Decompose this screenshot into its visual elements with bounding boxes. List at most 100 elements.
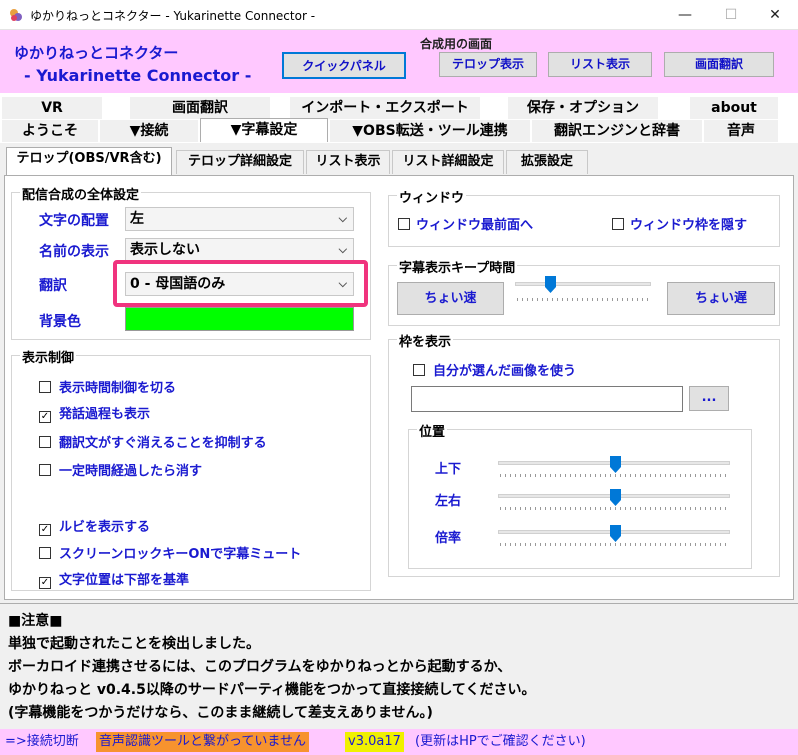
- overall-settings-legend: 配信合成の全体設定: [20, 184, 142, 203]
- scale-slider-ticks: [500, 543, 730, 546]
- subtab-list-view[interactable]: リスト表示: [306, 150, 390, 174]
- keep-time-slider-ticks: [517, 298, 651, 301]
- checkbox-show-ruby[interactable]: ✓ ルビを表示する: [39, 516, 150, 536]
- checkmark-icon: ✓: [39, 411, 51, 423]
- checkbox-suppress-translation-vanish[interactable]: 翻訳文がすぐ消えることを抑制する: [39, 432, 267, 451]
- slower-button[interactable]: ちょい遅: [667, 282, 775, 315]
- bg-color-swatch[interactable]: [125, 307, 354, 331]
- horizontal-slider-ticks: [500, 507, 730, 510]
- checkbox-label: 発話過程も表示: [59, 407, 151, 422]
- tab-about[interactable]: about: [690, 97, 778, 119]
- display-control-legend: 表示制御: [20, 347, 77, 366]
- checkbox-box: [39, 464, 51, 476]
- close-button[interactable]: ✕: [752, 0, 798, 30]
- checkbox-use-own-image[interactable]: 自分が選んだ画像を使う: [413, 360, 576, 379]
- app-name-en: - Yukarinette Connector -: [24, 66, 252, 85]
- checkbox-bottom-baseline[interactable]: ✓ 文字位置は下部を基準: [39, 569, 189, 589]
- status-bar: =>接続切断 音声認識ツールと繋がっていません v3.0a17 (更新はHPでご…: [0, 729, 798, 755]
- checkbox-disable-time-control[interactable]: 表示時間制御を切る: [39, 377, 176, 396]
- tab-connect[interactable]: ▼接続: [100, 120, 198, 142]
- vertical-slider-ticks: [500, 474, 730, 477]
- translate-value: 0 - 母国語のみ: [130, 276, 226, 292]
- bg-color-label: 背景色: [39, 314, 81, 330]
- tab-vr[interactable]: VR: [2, 97, 102, 119]
- checkbox-label: 自分が選んだ画像を使う: [433, 364, 577, 379]
- voice-tool-status: 音声認識ツールと繋がっていません: [96, 732, 309, 752]
- checkbox-label: 翻訳文がすぐ消えることを抑制する: [59, 436, 267, 451]
- translate-label: 翻訳: [39, 278, 67, 294]
- horizontal-label: 左右: [435, 494, 462, 509]
- tab-screen-translate[interactable]: 画面翻訳: [130, 97, 270, 119]
- disconnect-link[interactable]: =>接続切断: [2, 732, 82, 752]
- browse-button[interactable]: ...: [689, 386, 729, 411]
- keep-time-slider-track[interactable]: [515, 282, 651, 286]
- checkbox-box: [39, 381, 51, 393]
- tab-subtitle-settings[interactable]: ▼字幕設定: [200, 118, 328, 142]
- text-align-select[interactable]: 左 ⌵: [125, 207, 354, 231]
- text-align-value: 左: [130, 211, 144, 227]
- checkmark-icon: ✓: [39, 577, 51, 589]
- maximize-button[interactable]: ☐: [708, 0, 754, 30]
- notice-line: (字幕機能をつかうだけなら、このまま継続して差支えありません。): [8, 705, 433, 721]
- composite-screen-label: 合成用の画面: [420, 37, 493, 51]
- notice-area: ■注意■ 単独で起動されたことを検出しました。 ボーカロイド連携させるには、この…: [0, 603, 798, 729]
- quick-panel-button[interactable]: クイックパネル: [282, 52, 406, 79]
- checkmark-icon: ✓: [39, 524, 51, 536]
- image-path-input[interactable]: [411, 386, 683, 412]
- checkbox-box: [398, 218, 410, 230]
- checkbox-hide-frame[interactable]: ウィンドウ枠を隠す: [612, 214, 747, 233]
- tab-save-options[interactable]: 保存・オプション: [508, 97, 658, 119]
- notice-line: ゆかりねっと v0.4.5以降のサードパーティ機能をつかって直接接続してください…: [8, 682, 536, 698]
- tab-voice[interactable]: 音声: [704, 120, 778, 142]
- update-hint[interactable]: (更新はHPでご確認ください): [412, 732, 589, 752]
- checkbox-box: [612, 218, 624, 230]
- subtab-telop[interactable]: テロップ(OBS/VR含む): [6, 147, 172, 175]
- notice-heading: ■注意■: [8, 613, 63, 629]
- subtab-extended[interactable]: 拡張設定: [506, 150, 588, 174]
- checkbox-box: [413, 364, 425, 376]
- translate-select[interactable]: 0 - 母国語のみ ⌵: [125, 272, 354, 296]
- app-name-jp: ゆかりねっとコネクター: [14, 44, 179, 62]
- faster-button[interactable]: ちょい速: [397, 282, 504, 315]
- vertical-label: 上下: [435, 462, 462, 477]
- app-icon: [9, 8, 23, 22]
- tab-engine-dictionary[interactable]: 翻訳エンジンと辞書: [532, 120, 702, 142]
- checkbox-label: 一定時間経過したら消す: [59, 464, 203, 479]
- notice-line: ボーカロイド連携させるには、このプログラムをゆかりねっとから起動するか、: [8, 659, 512, 675]
- list-view-button[interactable]: リスト表示: [548, 52, 652, 77]
- tab-obs-tools[interactable]: ▼OBS転送・ツール連携: [330, 120, 530, 142]
- checkbox-box: [39, 547, 51, 559]
- app-header: ゆかりねっとコネクター - Yukarinette Connector - クイ…: [0, 30, 798, 93]
- checkbox-topmost[interactable]: ウィンドウ最前面へ: [398, 214, 533, 233]
- notice-line: 単独で起動されたことを検出しました。: [8, 636, 260, 652]
- chevron-down-icon: ⌵: [338, 277, 347, 290]
- checkbox-label: 文字位置は下部を基準: [59, 573, 190, 588]
- position-legend: 位置: [417, 421, 448, 440]
- tab-import-export[interactable]: インポート・エクスポート: [290, 97, 480, 119]
- screen-translate-button[interactable]: 画面翻訳: [664, 52, 774, 77]
- chevron-down-icon: ⌵: [338, 243, 347, 256]
- tab-welcome[interactable]: ようこそ: [2, 120, 98, 142]
- chevron-down-icon: ⌵: [338, 212, 347, 225]
- checkbox-clear-after-time[interactable]: 一定時間経過したら消す: [39, 460, 202, 479]
- subtab-list-detail[interactable]: リスト詳細設定: [392, 150, 504, 174]
- settings-panel: 配信合成の全体設定 文字の配置 左 ⌵ 名前の表示 表示しない ⌵ 翻訳 0 -…: [4, 175, 794, 600]
- checkbox-label: ルビを表示する: [59, 520, 151, 535]
- text-align-label: 文字の配置: [39, 213, 109, 229]
- checkbox-label: ウィンドウ最前面へ: [416, 218, 534, 233]
- checkbox-label: 表示時間制御を切る: [59, 381, 177, 396]
- name-display-select[interactable]: 表示しない ⌵: [125, 238, 354, 262]
- keep-time-legend: 字幕表示キープ時間: [397, 257, 518, 276]
- title-bar: ゆかりねっとコネクター - Yukarinette Connector - — …: [0, 0, 798, 30]
- scale-label: 倍率: [435, 531, 462, 546]
- checkbox-scroll-lock-mute[interactable]: スクリーンロックキーONで字幕ミュート: [39, 543, 301, 562]
- frame-display-legend: 枠を表示: [397, 331, 454, 350]
- telop-view-button[interactable]: テロップ表示: [439, 52, 537, 77]
- checkbox-show-speech-process[interactable]: ✓ 発話過程も表示: [39, 403, 150, 423]
- version-badge: v3.0a17: [345, 732, 404, 752]
- checkbox-label: スクリーンロックキーONで字幕ミュート: [59, 547, 302, 562]
- name-display-value: 表示しない: [130, 242, 200, 258]
- minimize-button[interactable]: —: [662, 0, 708, 30]
- subtab-telop-detail[interactable]: テロップ詳細設定: [176, 150, 304, 174]
- sub-tabs: テロップ(OBS/VR含む) テロップ詳細設定 リスト表示 リスト詳細設定 拡張…: [0, 143, 798, 175]
